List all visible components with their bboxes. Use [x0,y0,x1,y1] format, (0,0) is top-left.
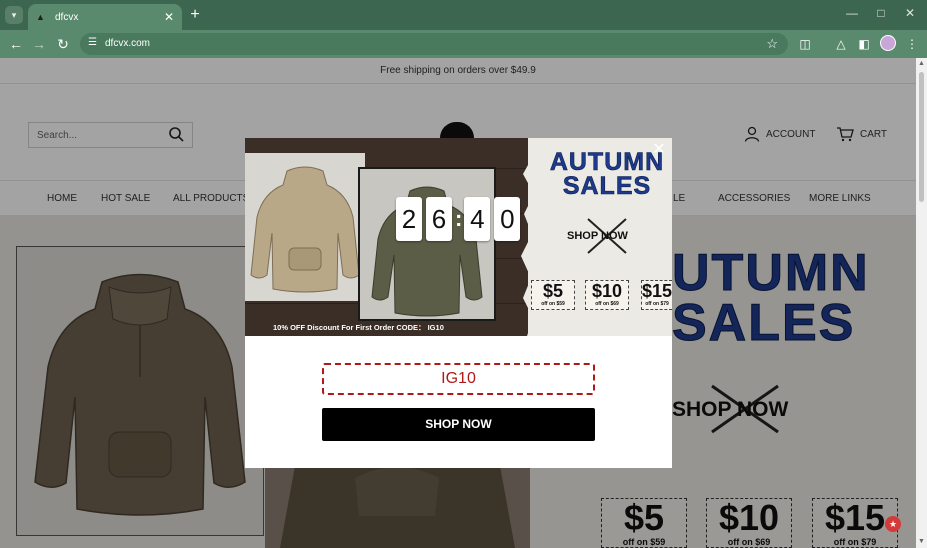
site-info-icon[interactable]: ☰ [88,37,97,48]
tab-strip: ▾ ▲ dfcvx ✕ + — □ ✕ [0,0,927,30]
back-icon[interactable]: ← [8,36,24,52]
menu-kebab-icon[interactable]: ⋮ [904,36,920,52]
timer-separator: : [455,206,463,231]
discount-code-box[interactable]: IG10 [322,363,595,395]
tab-close-icon[interactable]: ✕ [164,10,174,24]
toolbar: ← → ↻ ☰ dfcvx.com ☆ ◫ △ ◧ ⋮ [0,30,927,58]
promo-banner: AUTUMN SALES SHOP NOW $5 off on $59 $10 of… [245,138,672,336]
coupon-amount: $10 [591,281,623,301]
maximize-icon[interactable]: □ [872,6,890,20]
banner-coupon-15: $15 off on $79 [641,280,672,310]
shop-now-button[interactable]: SHOP NOW [322,408,595,441]
coupon-amount: $15 [642,281,672,301]
banner-shop-now: SHOP NOW [567,230,628,242]
close-icon[interactable]: ✕ [650,141,668,159]
timer-digit: 6 [426,197,452,241]
reload-icon[interactable]: ↻ [55,36,71,52]
promo-modal: AUTUMN SALES SHOP NOW $5 off on $59 $10 of… [245,138,672,468]
profile-avatar[interactable] [880,35,896,51]
labs-icon[interactable]: △ [833,36,849,52]
scroll-up-icon[interactable]: ▲ [918,60,925,67]
address-bar[interactable]: ☰ dfcvx.com ☆ [80,33,788,55]
page-scrollbar[interactable]: ▲ ▼ [916,58,927,548]
side-panel-icon[interactable]: ◧ [856,36,872,52]
coupon-amount: $5 [542,281,564,301]
new-tab-icon[interactable]: + [186,6,204,24]
minimize-icon[interactable]: — [843,6,861,20]
promo-code-text: 10% OFF Discount For First Order CODE： I… [273,323,444,332]
tab-title: dfcvx [55,11,79,23]
coupon-condition: off on $69 [595,301,619,307]
countdown-timer: 2 6 : 4 0 [396,197,524,241]
banner-product-1 [245,153,365,301]
banner-title-line2: SALES [562,172,652,200]
banner-product-2 [358,167,496,321]
timer-digit: 2 [396,197,422,241]
window-close-icon[interactable]: ✕ [901,6,919,20]
bookmark-star-icon[interactable]: ☆ [766,36,778,52]
coupon-condition: off on $79 [645,301,669,307]
url-text: dfcvx.com [105,38,151,49]
timer-digit: 4 [464,197,491,241]
browser-tab[interactable]: ▲ dfcvx ✕ [28,4,182,30]
favicon-icon: ▲ [36,12,45,22]
forward-icon[interactable]: → [31,36,47,52]
tab-search-icon[interactable]: ▾ [5,6,23,24]
banner-coupon-10: $10 off on $69 [585,280,629,310]
scroll-down-icon[interactable]: ▼ [918,538,925,545]
timer-digit: 0 [494,197,521,241]
scrollbar-thumb[interactable] [919,72,924,202]
extensions-icon[interactable]: ◫ [797,36,813,52]
banner-coupon-5: $5 off on $59 [531,280,575,310]
chat-widget-icon[interactable]: ★ [885,516,901,532]
coupon-condition: off on $59 [541,301,565,307]
